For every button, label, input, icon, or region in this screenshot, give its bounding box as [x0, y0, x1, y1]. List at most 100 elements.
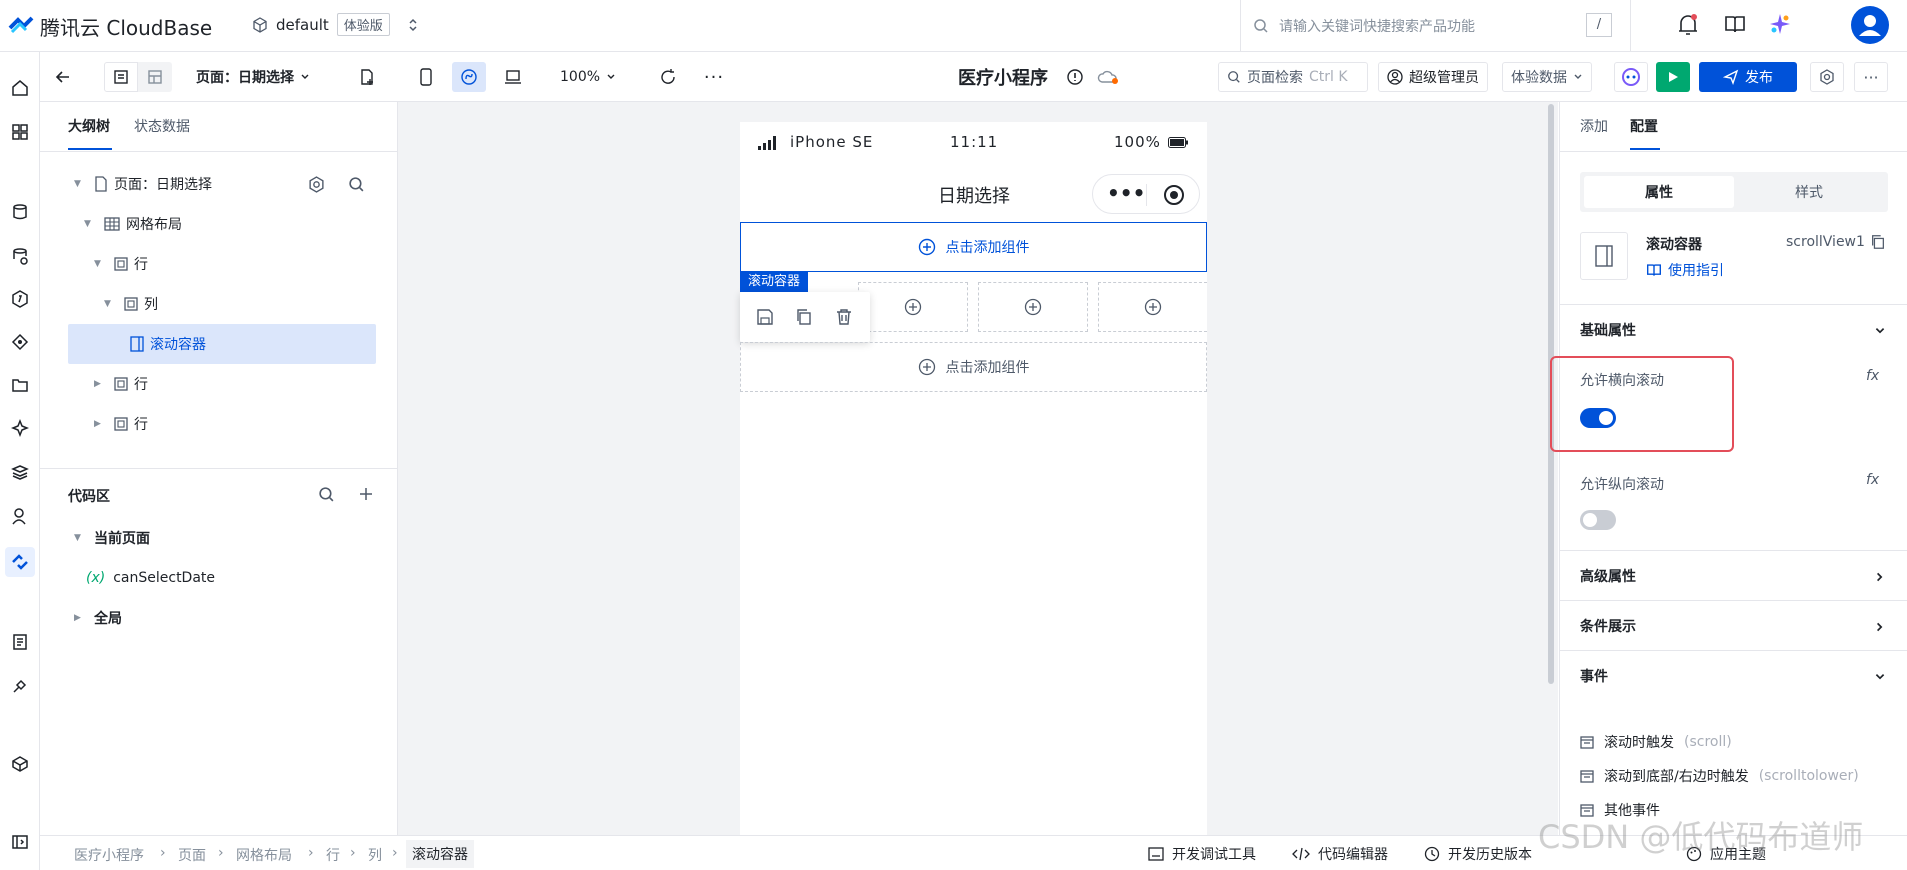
section-basic-props[interactable]: 基础属性	[1560, 304, 1907, 354]
scroll-cell[interactable]	[1098, 282, 1207, 332]
delete-icon[interactable]	[835, 308, 853, 326]
tree-node-column[interactable]: ▼ 列	[40, 284, 398, 324]
brand-name[interactable]: 腾讯云 CloudBase	[40, 12, 212, 41]
plugin-icon[interactable]	[8, 674, 32, 698]
api-stack-icon[interactable]	[8, 460, 32, 484]
refresh-icon[interactable]	[654, 62, 682, 92]
miniprogram-preview-icon[interactable]	[452, 62, 486, 92]
vertical-scroll-toggle[interactable]	[1580, 510, 1616, 530]
cloud-function-icon[interactable]	[8, 287, 32, 311]
tab-outline-tree[interactable]: 大纲树	[68, 116, 110, 136]
tree-node-row[interactable]: ▼ 行	[40, 244, 398, 284]
add-component-placeholder[interactable]: 点击添加组件	[740, 342, 1207, 392]
tree-node-row[interactable]: ▶ 行	[40, 404, 398, 444]
user-avatar[interactable]	[1851, 6, 1889, 44]
formula-fx-icon[interactable]: fx	[1866, 368, 1879, 384]
breadcrumb-item[interactable]: 行	[326, 845, 340, 865]
section-events[interactable]: 事件	[1560, 650, 1907, 700]
usage-guide-link[interactable]: 使用指引	[1646, 260, 1724, 280]
breadcrumb-item[interactable]: 页面	[178, 845, 206, 865]
add-code-icon[interactable]	[358, 486, 374, 502]
page-selector[interactable]: 页面：日期选择	[196, 62, 310, 92]
breadcrumb-item[interactable]: 医疗小程序	[74, 845, 144, 865]
tab-state-data[interactable]: 状态数据	[134, 116, 190, 136]
history-button[interactable]: 开发历史版本	[1424, 844, 1532, 864]
apps-grid-icon[interactable]	[8, 120, 32, 144]
breadcrumb-item[interactable]: 列	[368, 845, 382, 865]
subtab-properties[interactable]: 属性	[1584, 176, 1734, 208]
tab-add[interactable]: 添加	[1580, 116, 1608, 136]
code-node-global[interactable]: ▶ 全局	[40, 598, 398, 638]
scroll-cell[interactable]	[858, 282, 968, 332]
ai-assistant-icon[interactable]	[1768, 12, 1792, 36]
role-selector[interactable]: 超级管理员	[1378, 62, 1488, 92]
book-icon[interactable]	[1724, 14, 1746, 34]
settings-button[interactable]	[1810, 62, 1844, 92]
tree-label: 全局	[94, 611, 122, 627]
ai-sparkle-icon[interactable]	[8, 416, 32, 440]
event-item-scrolltolower[interactable]: 滚动到底部/右边时触发 (scrolltolower)	[1580, 766, 1859, 786]
search-input[interactable]: 请输入关键词快捷搜索产品功能	[1279, 16, 1475, 36]
storage-folder-icon[interactable]	[8, 373, 32, 397]
tree-search-icon[interactable]	[348, 176, 365, 193]
switch-env-icon[interactable]	[408, 17, 418, 33]
code-node-current-page[interactable]: ▼ 当前页面	[40, 518, 398, 558]
code-search-icon[interactable]	[318, 486, 335, 503]
breadcrumb-current[interactable]: 滚动容器	[406, 840, 474, 868]
more-options-icon[interactable]: ···	[700, 62, 728, 92]
copy-icon[interactable]	[795, 308, 813, 326]
run-preview-button[interactable]	[1656, 62, 1690, 92]
phone-preview[interactable]: iPhone SE 11:11 100% 日期选择 ••• 点击添加组件 滚动容…	[740, 122, 1207, 835]
lowcode-app-icon[interactable]	[5, 547, 35, 577]
formula-fx-icon[interactable]: fx	[1866, 472, 1879, 488]
data-model-icon[interactable]	[8, 244, 32, 268]
integration-icon[interactable]	[8, 330, 32, 354]
copy-id-icon[interactable]	[1870, 234, 1886, 250]
tree-node-grid-layout[interactable]: ▼ 网格布局	[40, 204, 398, 244]
section-conditional-display[interactable]: 条件展示	[1560, 600, 1907, 650]
page-search-button[interactable]: 页面检索 Ctrl K	[1218, 62, 1368, 92]
subtab-styles[interactable]: 样式	[1734, 176, 1884, 208]
add-component-placeholder[interactable]: 点击添加组件	[740, 222, 1207, 272]
data-mode-selector[interactable]: 体验数据	[1502, 62, 1592, 92]
mobile-preview-icon[interactable]	[412, 62, 440, 92]
collapse-sidebar-icon[interactable]	[8, 830, 32, 854]
horizontal-scroll-toggle[interactable]	[1580, 408, 1616, 428]
env-selector[interactable]: default 体验版	[252, 13, 418, 36]
page-settings-icon[interactable]	[308, 176, 325, 193]
ai-copilot-button[interactable]	[1614, 62, 1648, 92]
code-node-variable[interactable]: (x) canSelectDate	[40, 558, 398, 598]
logs-icon[interactable]	[8, 630, 32, 654]
devtools-button[interactable]: 开发调试工具	[1148, 844, 1256, 864]
breadcrumb-item[interactable]: 网格布局	[236, 845, 292, 865]
info-icon[interactable]	[1064, 62, 1086, 92]
save-icon[interactable]	[756, 308, 774, 326]
mp-more-icon[interactable]: •••	[1107, 183, 1145, 203]
bell-icon[interactable]	[1677, 13, 1699, 37]
add-page-icon[interactable]	[354, 62, 380, 92]
publish-button[interactable]: 发布	[1699, 62, 1797, 92]
cloud-sync-icon[interactable]	[1096, 62, 1120, 92]
scroll-cell[interactable]	[978, 282, 1088, 332]
home-icon[interactable]	[8, 76, 32, 100]
tree-node-scroll-container[interactable]: 滚动容器	[68, 324, 376, 364]
mp-capsule[interactable]: •••	[1092, 174, 1200, 214]
more-button[interactable]: ···	[1854, 62, 1888, 92]
event-item-scroll[interactable]: 滚动时触发 (scroll)	[1580, 732, 1732, 752]
zoom-selector[interactable]: 100%	[560, 62, 616, 92]
desktop-preview-icon[interactable]	[498, 62, 528, 92]
code-editor-button[interactable]: 代码编辑器	[1292, 844, 1388, 864]
cloudbase-logo-icon[interactable]	[8, 14, 34, 36]
mp-close-icon[interactable]	[1163, 184, 1185, 206]
section-advanced-props[interactable]: 高级属性	[1560, 550, 1907, 600]
extensions-icon[interactable]	[8, 752, 32, 776]
tree-node-row[interactable]: ▶ 行	[40, 364, 398, 404]
user-auth-icon[interactable]	[8, 504, 32, 528]
back-arrow-icon[interactable]	[48, 62, 78, 92]
global-search[interactable]: 请输入关键词快捷搜索产品功能 /	[1240, 0, 1630, 52]
database-icon[interactable]	[8, 200, 32, 224]
tree-node-page[interactable]: ▼ 页面：日期选择	[40, 164, 398, 204]
layout-view-toggle[interactable]	[138, 62, 172, 92]
tab-config[interactable]: 配置	[1630, 116, 1658, 136]
page-view-toggle[interactable]	[104, 62, 138, 92]
